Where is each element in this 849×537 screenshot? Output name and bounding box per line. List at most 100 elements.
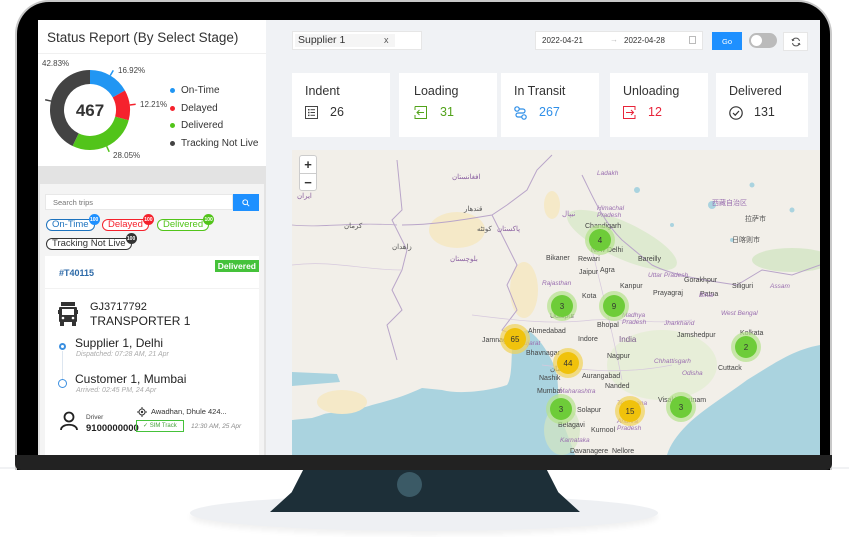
map-city: Solapur [577,407,602,414]
map-city: Nanded [605,383,630,390]
map-label: نیپال [562,211,576,218]
chip-count-badge: 100 [142,214,154,225]
stage-label: Indent [305,84,340,98]
map-cluster-marker[interactable]: 3 [670,396,692,418]
pct-label-delayed: 12.21% [140,100,168,109]
supplier-select[interactable]: Supplier 1 x [292,31,422,50]
vehicle-number: GJ3717792 [90,301,147,313]
map-view[interactable]: + − افغانستان پاکستان ایران عمان کرمان ز… [292,150,820,455]
refresh-button[interactable] [783,32,808,51]
zoom-out-button[interactable]: − [300,173,316,190]
map-cluster-marker[interactable]: 3 [550,398,572,420]
map-label: کوئٹه [477,226,492,233]
legend-item-delivered[interactable]: Delivered [170,117,258,135]
trips-panel: On-Time 100 Delayed 100 Delivered 100 Tr… [40,184,264,455]
destination-check-icon [58,379,67,388]
search-button[interactable] [233,194,259,211]
map-region: Maharashtra [559,388,596,395]
driver-label: Driver [86,414,104,421]
map-city: India [619,335,637,344]
pct-label-tracking-not-live: 42.83% [42,59,70,68]
filter-chip-delivered[interactable]: Delivered 100 [157,214,215,231]
map-cluster-marker[interactable]: 44 [557,352,579,374]
date-arrow-icon: → [610,35,618,44]
map-cluster-marker[interactable]: 9 [603,295,625,317]
chip-count-badge: 100 [88,214,100,225]
donut-total: 467 [76,101,104,120]
chip-label: Tracking Not Live [52,238,126,249]
map-label: افغانستان [452,174,481,181]
driver-phone: 9100000000 [86,423,139,434]
live-toggle[interactable] [749,33,777,48]
date-to[interactable]: 2022-04-28 [624,36,665,45]
arrived-time: Arrived: 02:45 PM, 24 Apr [76,387,157,394]
stage-card-indent[interactable]: Indent 26 [292,73,390,137]
legend-dot [170,123,175,129]
stage-card-loading[interactable]: Loading 31 [399,73,497,137]
map-label: کرمان [344,223,363,230]
legend-item-on-time[interactable]: On-Time [170,82,258,100]
map-region: Uttar Pradesh [648,272,689,279]
map-cluster-marker[interactable]: 2 [735,336,757,358]
pct-label-on-time: 16.92% [118,66,146,75]
check-circle-icon [729,106,743,120]
legend-item-tracking-not-live[interactable]: Tracking Not Live [170,135,258,153]
donut-leader-line [109,69,114,76]
filter-chip-tracking-not-live[interactable]: Tracking Not Live 100 [46,233,137,250]
map-city: Prayagraj [653,290,683,297]
date-from[interactable]: 2022-04-21 [542,36,583,45]
map-city: Jaipur [579,269,599,276]
filter-chip-on-time[interactable]: On-Time 100 [46,214,100,231]
map-label: زاهدان [392,244,412,251]
map-city: Davanagere [570,448,609,455]
filter-chip-delayed[interactable]: Delayed 100 [102,214,154,231]
map-city: Bhopal [597,322,619,329]
supplier-tag-label: Supplier 1 [298,34,346,46]
trip-status-badge: Delivered [214,260,259,272]
search-icon [242,198,250,207]
map-city: Jamshedpur [677,332,716,339]
stage-card-in-transit[interactable]: In Transit 267 [501,73,599,137]
pct-label-delivered: 28.05% [113,151,141,160]
map-city: Ahmedabad [528,328,566,335]
supplier-tag: Supplier 1 [295,34,395,47]
map-region: Chhattisgarh [654,358,691,365]
legend-item-delayed[interactable]: Delayed [170,100,258,118]
divider [45,288,259,289]
map-city: Bareilly [638,256,661,263]
legend-label: On-Time [181,85,220,97]
go-button[interactable]: Go [712,32,742,50]
map-city: Nellore [612,448,635,455]
stage-value: 12 [648,105,662,119]
map-cluster-marker[interactable]: 3 [551,295,573,317]
date-range-picker[interactable]: 2022-04-21 → 2022-04-28 [535,31,703,50]
monitor-chin [15,455,832,470]
donut-leader-line [129,103,136,106]
map-cluster-marker[interactable]: 4 [589,229,611,251]
search-trips-input[interactable] [45,194,233,210]
timeline-line [62,351,63,381]
route-icon [514,106,527,120]
donut-leader-line [106,146,110,153]
stage-label: In Transit [514,84,566,98]
trip-card[interactable]: #T40115 Delivered GJ3717792 TRANSPORTER … [45,256,259,455]
stage-card-delivered[interactable]: Delivered 131 [716,73,808,137]
map-region: West Bengal [721,310,758,317]
dispatched-time: Dispatched: 07:28 AM, 21 Apr [76,351,169,358]
map-cluster-marker[interactable]: 15 [619,400,641,422]
chip-count-badge: 100 [203,214,215,225]
map-city: Kanpur [620,283,643,290]
last-ping-time: 12:30 AM, 25 Apr [191,423,242,430]
remove-supplier-icon[interactable]: x [384,34,389,47]
map-city: Siliguri [732,283,754,290]
status-donut-chart: 467 [44,69,136,153]
zoom-in-button[interactable]: + [300,156,316,173]
map-city: Kurnool [591,427,616,434]
map-label: قندهار [464,206,483,213]
stage-card-unloading[interactable]: Unloading 12 [610,73,708,137]
trip-id[interactable]: #T40115 [59,268,94,278]
map-label: بلوچستان [450,256,478,263]
map-cluster-marker[interactable]: 65 [504,328,526,350]
donut-segment-delivered[interactable] [72,116,129,150]
stage-value: 31 [440,105,454,119]
